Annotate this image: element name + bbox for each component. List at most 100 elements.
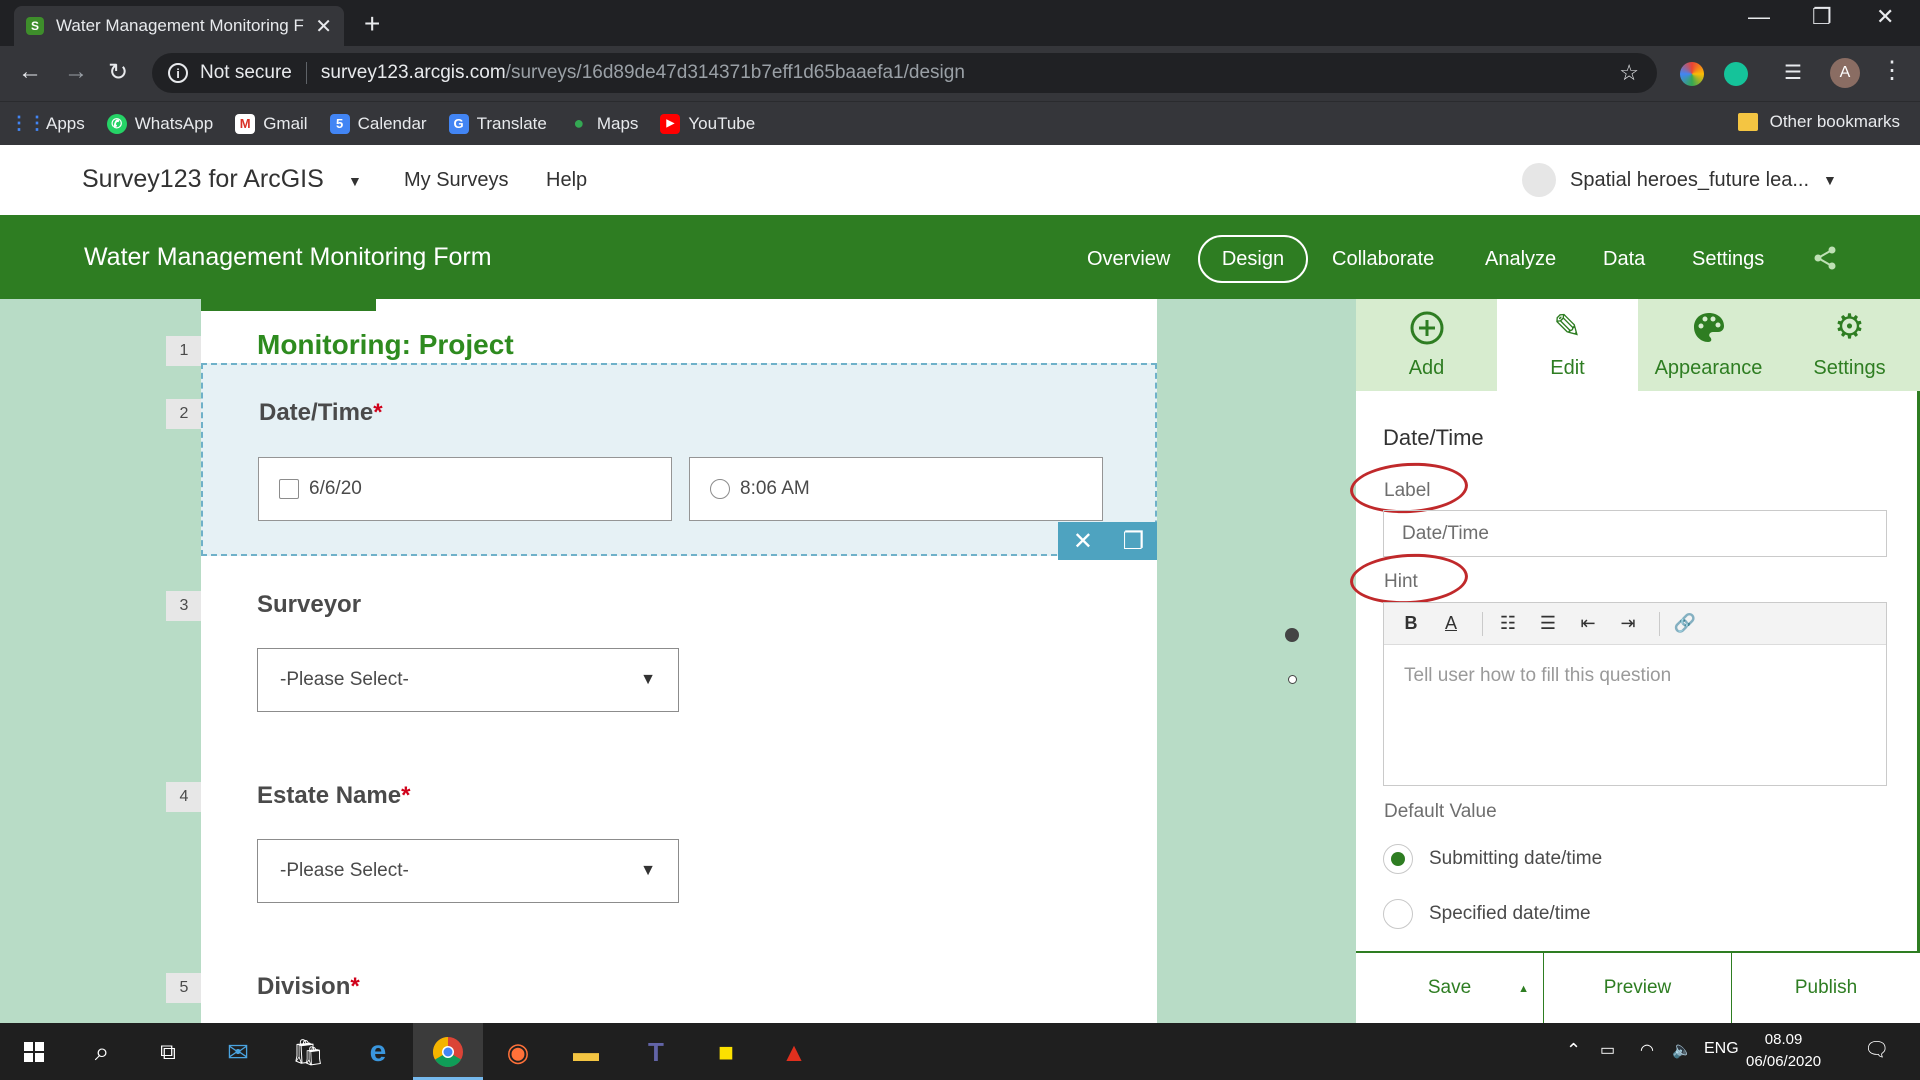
chrome-icon[interactable]: [428, 1032, 468, 1072]
form-navbar: Water Management Monitoring Form Overvie…: [0, 215, 1920, 299]
bullet-list-icon[interactable]: ☰: [1531, 609, 1565, 639]
app-menu-caret-icon[interactable]: ▼: [348, 173, 362, 189]
save-menu-caret-icon[interactable]: ▲: [1518, 983, 1529, 995]
task-view-icon[interactable]: ⧉: [148, 1032, 188, 1072]
duplicate-question-icon[interactable]: ❐: [1123, 527, 1145, 556]
hint-editor[interactable]: B A ☷ ☰ ⇤ ⇥ 🔗 Tell user how to fill this…: [1383, 602, 1887, 786]
toolbar-divider: [1659, 611, 1660, 636]
surveyor-select[interactable]: -Please Select- ▼: [257, 648, 679, 712]
group-title[interactable]: Monitoring: Project: [257, 329, 514, 361]
search-icon[interactable]: ⌕: [82, 1032, 122, 1072]
tab-design[interactable]: Design: [1198, 235, 1308, 283]
system-clock[interactable]: 08.09 06/06/2020: [1746, 1029, 1821, 1073]
volume-icon[interactable]: 🔈: [1672, 1040, 1692, 1060]
bookmark-gmail[interactable]: M Gmail: [235, 113, 308, 134]
bookmark-apps[interactable]: ⋮⋮ Apps: [10, 113, 85, 134]
tray-expand-icon[interactable]: ⌃: [1566, 1040, 1581, 1061]
bookmark-maps[interactable]: ● Maps: [569, 113, 639, 134]
omnibox-divider: [305, 62, 307, 84]
tab-overview[interactable]: Overview: [1087, 248, 1170, 271]
grammarly-extension-icon[interactable]: [1724, 62, 1748, 86]
minimize-icon[interactable]: —: [1748, 4, 1770, 30]
browser-tab[interactable]: S Water Management Monitoring F ✕: [14, 6, 344, 46]
scroll-handle[interactable]: [1285, 628, 1299, 642]
back-icon[interactable]: ←: [18, 58, 42, 86]
panel-tab-label: Add: [1408, 357, 1445, 379]
indent-icon[interactable]: ⇥: [1611, 609, 1645, 639]
panel-tab-edit[interactable]: ✎ Edit: [1497, 299, 1638, 391]
bookmark-translate[interactable]: G Translate: [448, 113, 547, 134]
link-icon[interactable]: 🔗: [1668, 609, 1702, 639]
date-input[interactable]: 6/6/20: [258, 457, 672, 521]
wifi-icon[interactable]: ◠: [1640, 1040, 1654, 1060]
preview-button[interactable]: Preview: [1544, 953, 1732, 1023]
question-number: 3: [166, 591, 202, 621]
battery-icon[interactable]: ▭: [1600, 1040, 1615, 1060]
firefox-icon[interactable]: ◉: [498, 1032, 538, 1072]
select-placeholder: -Please Select-: [280, 669, 409, 690]
store-icon[interactable]: 🛍: [288, 1032, 328, 1072]
info-icon[interactable]: i: [168, 63, 188, 83]
panel-tab-label: Settings: [1813, 357, 1886, 379]
bookmark-label: Maps: [596, 113, 639, 133]
browser-menu-icon[interactable]: ⋮: [1880, 56, 1904, 85]
estate-name-select[interactable]: -Please Select- ▼: [257, 839, 679, 903]
time-input[interactable]: 8:06 AM: [689, 457, 1103, 521]
radio-specified-datetime[interactable]: Specified date/time: [1383, 899, 1591, 929]
windows-start-icon[interactable]: [14, 1032, 54, 1072]
bookmark-star-icon[interactable]: ☆: [1619, 60, 1639, 86]
edge-icon[interactable]: e: [358, 1032, 398, 1072]
teams-icon[interactable]: T: [636, 1032, 676, 1072]
numbered-list-icon[interactable]: ☷: [1491, 609, 1525, 639]
panel-tab-appearance[interactable]: Appearance: [1638, 299, 1779, 391]
save-label: Save: [1427, 977, 1472, 998]
group-tab: [201, 299, 376, 311]
reading-list-icon[interactable]: ☰: [1784, 60, 1802, 85]
text-color-icon[interactable]: A: [1434, 609, 1468, 639]
notification-center-icon[interactable]: 🗨: [1864, 1037, 1889, 1062]
security-status: Not secure: [200, 62, 292, 83]
delete-question-icon[interactable]: ✕: [1073, 527, 1093, 556]
bookmark-whatsapp[interactable]: ✆ WhatsApp: [106, 113, 213, 134]
bookmark-youtube[interactable]: ▶ YouTube: [660, 113, 755, 134]
user-menu[interactable]: Spatial heroes_future lea... ▼: [1522, 163, 1837, 197]
bookmark-calendar[interactable]: 5 Calendar: [329, 113, 427, 134]
save-button[interactable]: Save ▲: [1356, 953, 1544, 1023]
share-icon[interactable]: [1812, 245, 1838, 271]
scroll-handle-small[interactable]: [1288, 675, 1297, 684]
mail-icon[interactable]: ✉: [218, 1032, 258, 1072]
time-value: 8:06 AM: [740, 478, 810, 499]
other-bookmarks[interactable]: Other bookmarks: [1737, 112, 1900, 132]
panel-tab-add[interactable]: Add: [1356, 299, 1497, 391]
tab-settings[interactable]: Settings: [1692, 248, 1764, 271]
radio-submitting-datetime[interactable]: Submitting date/time: [1383, 844, 1602, 874]
panel-tab-label: Edit: [1550, 357, 1585, 379]
outdent-icon[interactable]: ⇤: [1571, 609, 1605, 639]
help-link[interactable]: Help: [546, 169, 587, 192]
radio-selected-icon: [1383, 844, 1413, 874]
profile-avatar[interactable]: A: [1830, 58, 1860, 88]
restore-icon[interactable]: ❐: [1812, 4, 1832, 30]
close-window-icon[interactable]: ✕: [1876, 4, 1894, 30]
app-name[interactable]: Survey123 for ArcGIS: [82, 165, 324, 194]
label-input[interactable]: Date/Time: [1383, 510, 1887, 557]
selected-question-datetime[interactable]: Date/Time* 6/6/20 8:06 AM ✕ ❐: [201, 363, 1157, 560]
acrobat-icon[interactable]: ▲: [774, 1032, 814, 1072]
close-tab-icon[interactable]: ✕: [315, 14, 332, 39]
address-bar[interactable]: i Not secure survey123.arcgis.com /surve…: [152, 53, 1657, 93]
new-tab-icon[interactable]: +: [364, 8, 380, 40]
forward-icon[interactable]: →: [64, 58, 88, 86]
panel-tab-settings[interactable]: ⚙ Settings: [1779, 299, 1920, 391]
color-extension-icon[interactable]: [1680, 62, 1704, 86]
tab-data[interactable]: Data: [1603, 248, 1645, 271]
reload-icon[interactable]: ↻: [108, 58, 128, 87]
language-indicator[interactable]: ENG: [1704, 1040, 1739, 1058]
panel-footer: Save ▲ Preview Publish: [1356, 951, 1920, 1023]
file-explorer-icon[interactable]: ▬: [566, 1032, 606, 1072]
publish-button[interactable]: Publish: [1732, 953, 1920, 1023]
tab-collaborate[interactable]: Collaborate: [1332, 248, 1434, 271]
bold-icon[interactable]: B: [1394, 609, 1428, 639]
tab-analyze[interactable]: Analyze: [1485, 248, 1556, 271]
sticky-notes-icon[interactable]: ■: [706, 1032, 746, 1072]
my-surveys-link[interactable]: My Surveys: [404, 169, 508, 192]
